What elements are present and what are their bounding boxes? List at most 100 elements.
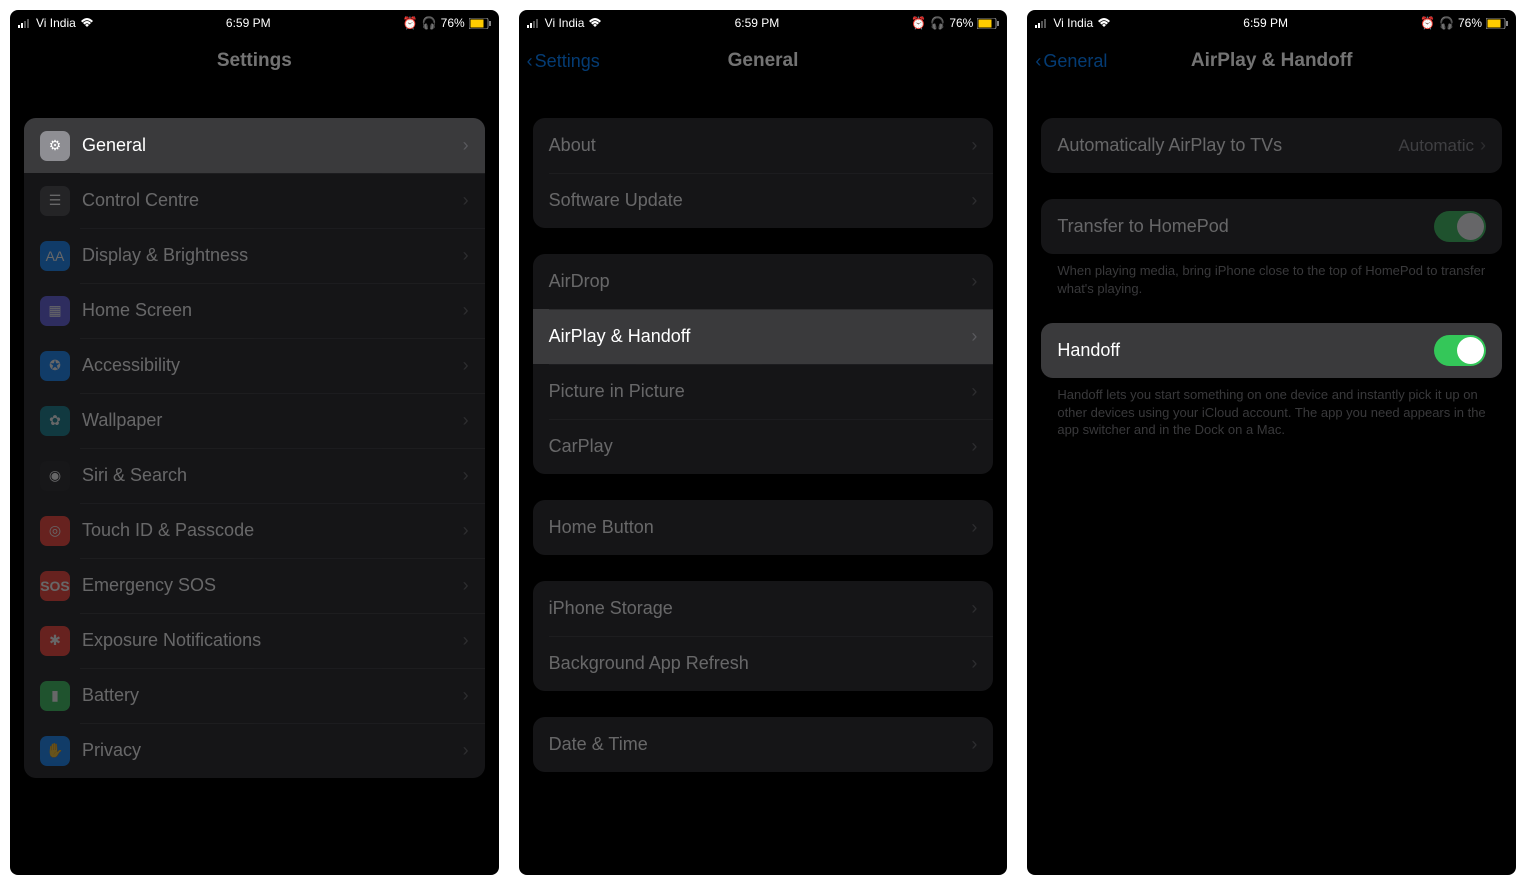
nav-bar: Settings bbox=[10, 36, 499, 86]
back-button[interactable]: ‹ Settings bbox=[527, 51, 600, 72]
row-label: Home Screen bbox=[82, 300, 463, 321]
nav-bar: ‹ Settings General bbox=[519, 36, 1008, 86]
signal-icon bbox=[1035, 18, 1049, 28]
group-handoff: Handoff bbox=[1041, 323, 1502, 378]
row-label: Handoff bbox=[1057, 340, 1434, 361]
row-label: Emergency SOS bbox=[82, 575, 463, 596]
chevron-right-icon: › bbox=[1480, 135, 1486, 156]
row-label: Control Centre bbox=[82, 190, 463, 211]
battery-icon: ▮ bbox=[40, 681, 70, 711]
row-background-app-refresh[interactable]: Background App Refresh › bbox=[533, 636, 994, 691]
clock-label: 6:59 PM bbox=[735, 16, 780, 30]
footer-transfer-homepod: When playing media, bring iPhone close t… bbox=[1041, 254, 1502, 297]
screen-general: Vi India 6:59 PM ⏰ 🎧 76% ‹ Settings Gene… bbox=[519, 10, 1008, 875]
row-emergency-sos[interactable]: SOS Emergency SOS › bbox=[24, 558, 485, 613]
switches-icon: ☰ bbox=[40, 186, 70, 216]
row-label: Display & Brightness bbox=[82, 245, 463, 266]
chevron-right-icon: › bbox=[463, 465, 469, 486]
chevron-right-icon: › bbox=[971, 190, 977, 211]
row-label: General bbox=[82, 135, 463, 156]
carrier-label: Vi India bbox=[545, 16, 585, 30]
chevron-right-icon: › bbox=[971, 135, 977, 156]
fingerprint-icon: ◎ bbox=[40, 516, 70, 546]
page-title: General bbox=[728, 50, 799, 72]
row-battery[interactable]: ▮ Battery › bbox=[24, 668, 485, 723]
row-label: Picture in Picture bbox=[549, 381, 972, 402]
group-homebutton: Home Button › bbox=[533, 500, 994, 555]
toggle-knob bbox=[1457, 213, 1484, 240]
row-label: iPhone Storage bbox=[549, 598, 972, 619]
toggle-transfer-homepod[interactable] bbox=[1434, 211, 1486, 242]
flower-icon: ✿ bbox=[40, 406, 70, 436]
signal-icon bbox=[18, 18, 32, 28]
battery-pct: 76% bbox=[441, 16, 465, 30]
row-accessibility[interactable]: ✪ Accessibility › bbox=[24, 338, 485, 393]
row-value: Automatic bbox=[1398, 136, 1474, 156]
page-title: AirPlay & Handoff bbox=[1191, 50, 1353, 72]
grid-icon: ▦ bbox=[40, 296, 70, 326]
row-label: AirPlay & Handoff bbox=[549, 326, 972, 347]
row-touch-id[interactable]: ◎ Touch ID & Passcode › bbox=[24, 503, 485, 558]
row-auto-airplay-tvs[interactable]: Automatically AirPlay to TVs Automatic › bbox=[1041, 118, 1502, 173]
row-general[interactable]: ⚙︎ General › bbox=[24, 118, 485, 173]
wifi-icon bbox=[80, 18, 94, 28]
row-siri-search[interactable]: ◉ Siri & Search › bbox=[24, 448, 485, 503]
group-airdrop: AirDrop › AirPlay & Handoff › Picture in… bbox=[533, 254, 994, 474]
screen-airplay-handoff: Vi India 6:59 PM ⏰ 🎧 76% ‹ General AirPl… bbox=[1027, 10, 1516, 875]
row-label: Automatically AirPlay to TVs bbox=[1057, 135, 1398, 156]
row-iphone-storage[interactable]: iPhone Storage › bbox=[533, 581, 994, 636]
nav-bar: ‹ General AirPlay & Handoff bbox=[1027, 36, 1516, 86]
row-home-screen[interactable]: ▦ Home Screen › bbox=[24, 283, 485, 338]
row-control-centre[interactable]: ☰ Control Centre › bbox=[24, 173, 485, 228]
toggle-handoff[interactable] bbox=[1434, 335, 1486, 366]
row-transfer-homepod[interactable]: Transfer to HomePod bbox=[1041, 199, 1502, 254]
row-label: CarPlay bbox=[549, 436, 972, 457]
gear-icon: ⚙︎ bbox=[40, 131, 70, 161]
row-label: Date & Time bbox=[549, 734, 972, 755]
wifi-icon bbox=[1097, 18, 1111, 28]
back-button[interactable]: ‹ General bbox=[1035, 51, 1107, 72]
headphones-icon: 🎧 bbox=[1439, 16, 1454, 30]
row-about[interactable]: About › bbox=[533, 118, 994, 173]
battery-icon bbox=[977, 18, 999, 29]
chevron-right-icon: › bbox=[971, 271, 977, 292]
row-label: AirDrop bbox=[549, 271, 972, 292]
row-airdrop[interactable]: AirDrop › bbox=[533, 254, 994, 309]
group-about: About › Software Update › bbox=[533, 118, 994, 228]
chevron-right-icon: › bbox=[971, 598, 977, 619]
row-software-update[interactable]: Software Update › bbox=[533, 173, 994, 228]
footer-handoff: Handoff lets you start something on one … bbox=[1041, 378, 1502, 439]
chevron-left-icon: ‹ bbox=[527, 51, 533, 72]
row-home-button[interactable]: Home Button › bbox=[533, 500, 994, 555]
row-display-brightness[interactable]: AA Display & Brightness › bbox=[24, 228, 485, 283]
status-bar: Vi India 6:59 PM ⏰ 🎧 76% bbox=[519, 10, 1008, 36]
group-transfer-homepod: Transfer to HomePod bbox=[1041, 199, 1502, 254]
row-label: Accessibility bbox=[82, 355, 463, 376]
row-carplay[interactable]: CarPlay › bbox=[533, 419, 994, 474]
row-label: Software Update bbox=[549, 190, 972, 211]
row-label: Home Button bbox=[549, 517, 972, 538]
row-handoff[interactable]: Handoff bbox=[1041, 323, 1502, 378]
row-wallpaper[interactable]: ✿ Wallpaper › bbox=[24, 393, 485, 448]
row-picture-in-picture[interactable]: Picture in Picture › bbox=[533, 364, 994, 419]
chevron-right-icon: › bbox=[971, 653, 977, 674]
chevron-right-icon: › bbox=[463, 355, 469, 376]
wifi-icon bbox=[588, 18, 602, 28]
battery-icon bbox=[469, 18, 491, 29]
chevron-right-icon: › bbox=[463, 245, 469, 266]
row-exposure-notifications[interactable]: ✱ Exposure Notifications › bbox=[24, 613, 485, 668]
chevron-right-icon: › bbox=[463, 410, 469, 431]
row-label: Siri & Search bbox=[82, 465, 463, 486]
row-label: Wallpaper bbox=[82, 410, 463, 431]
row-privacy[interactable]: ✋ Privacy › bbox=[24, 723, 485, 778]
row-label: Touch ID & Passcode bbox=[82, 520, 463, 541]
carrier-label: Vi India bbox=[1053, 16, 1093, 30]
clock-label: 6:59 PM bbox=[226, 16, 271, 30]
sos-icon: SOS bbox=[40, 571, 70, 601]
group-storage: iPhone Storage › Background App Refresh … bbox=[533, 581, 994, 691]
row-date-time[interactable]: Date & Time › bbox=[533, 717, 994, 772]
text-size-icon: AA bbox=[40, 241, 70, 271]
row-airplay-handoff[interactable]: AirPlay & Handoff › bbox=[533, 309, 994, 364]
toggle-knob bbox=[1457, 337, 1484, 364]
row-label: Battery bbox=[82, 685, 463, 706]
